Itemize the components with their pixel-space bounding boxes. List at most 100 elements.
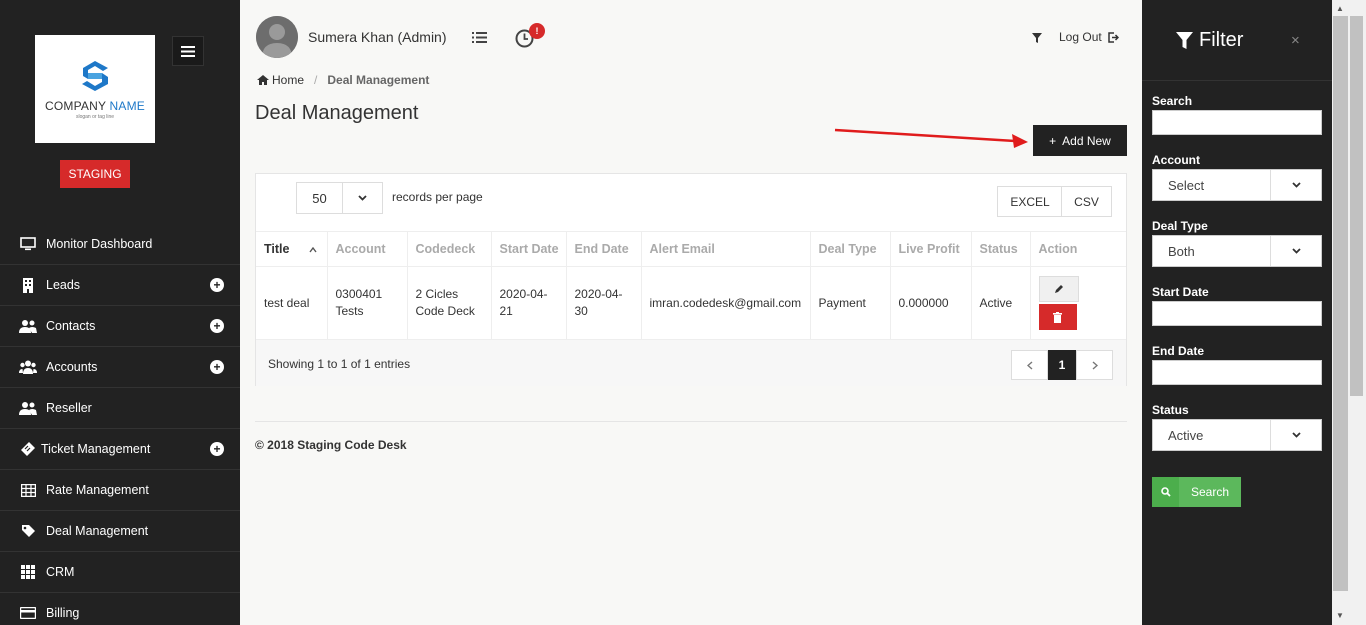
column-header-alert-email[interactable]: Alert Email: [641, 231, 811, 267]
logo-tagline: slogan or tag line: [75, 113, 115, 120]
copyright: © 2018 Staging Code Desk: [255, 438, 407, 452]
sidebar-item-ticket-management[interactable]: Ticket Management +: [0, 429, 240, 470]
filter-search-button[interactable]: Search: [1152, 477, 1241, 507]
cell-codedeck: 2 Cicles Code Deck: [407, 266, 492, 340]
table-row: test deal 0300401 Tests 2 Cicles Code Deck…: [256, 266, 1126, 340]
sidebar-item-label: Leads: [46, 278, 81, 292]
cell-end-date: 2020-04- 30: [566, 266, 642, 340]
prev-page-button[interactable]: [1011, 350, 1048, 380]
chevron-left-icon: [1026, 360, 1032, 370]
scrollbar[interactable]: ▲ ▼: [1332, 0, 1366, 625]
sidebar-item-label: Rate Management: [46, 483, 149, 497]
column-header-account[interactable]: Account: [327, 231, 408, 267]
search-input[interactable]: [1152, 110, 1322, 135]
cell-title: test deal: [256, 266, 328, 340]
account-select[interactable]: Select: [1152, 169, 1322, 201]
cell-status: Active: [971, 266, 1031, 340]
scrollbar-thumb[interactable]: [1333, 16, 1348, 591]
column-header-start-date[interactable]: Start Date: [491, 231, 567, 267]
sidebar-item-billing[interactable]: Billing: [0, 593, 240, 625]
sidebar-item-monitor-dashboard[interactable]: Monitor Dashboard: [0, 224, 240, 265]
table-icon: [18, 482, 38, 498]
deal-type-select[interactable]: Both: [1152, 235, 1322, 267]
logo-text: COMPANY NAME: [45, 98, 145, 113]
sidebar-item-leads[interactable]: Leads +: [0, 265, 240, 306]
edit-button[interactable]: [1038, 276, 1079, 303]
chevron-down-icon: [343, 183, 382, 213]
logout-button[interactable]: Log Out: [1059, 30, 1119, 44]
page-scrollbar-thumb[interactable]: [1350, 16, 1363, 396]
users-icon: [18, 318, 38, 334]
sidebar-item-label: CRM: [46, 565, 75, 579]
chevron-down-icon: [1271, 170, 1321, 200]
sort-asc-icon: [308, 247, 317, 253]
next-page-button[interactable]: [1076, 350, 1113, 380]
scroll-up-icon[interactable]: ▲: [1336, 4, 1344, 13]
close-filter-button[interactable]: ×: [1291, 32, 1300, 49]
sidebar-item-label: Contacts: [46, 319, 96, 333]
csv-export-button[interactable]: CSV: [1061, 186, 1112, 217]
add-ticket-icon[interactable]: +: [210, 442, 224, 456]
username[interactable]: Sumera Khan (Admin): [308, 29, 447, 45]
status-select[interactable]: Active: [1152, 419, 1322, 451]
add-account-icon[interactable]: +: [210, 360, 224, 374]
sidebar-item-crm[interactable]: CRM: [0, 552, 240, 593]
sidebar-item-accounts[interactable]: Accounts +: [0, 347, 240, 388]
deal-type-select-value: Both: [1153, 236, 1271, 266]
column-header-live-profit[interactable]: Live Profit: [890, 231, 972, 267]
logout-label: Log Out: [1059, 30, 1102, 44]
avatar[interactable]: [256, 16, 298, 58]
column-header-end-date[interactable]: End Date: [566, 231, 642, 267]
filter-icon[interactable]: [1032, 32, 1042, 46]
deals-table-panel: 50 records per page EXCEL CSV Title Acco…: [255, 173, 1127, 386]
scroll-down-icon[interactable]: ▼: [1336, 611, 1344, 620]
per-page-value: 50: [297, 183, 343, 213]
sidebar-nav: Monitor Dashboard Leads + Contacts + Acc…: [0, 224, 240, 625]
monitor-icon: [18, 236, 38, 252]
add-contact-icon[interactable]: +: [210, 319, 224, 333]
sidebar-item-deal-management[interactable]: Deal Management: [0, 511, 240, 552]
cell-start-date: 2020-04- 21: [491, 266, 567, 340]
logout-icon: [1107, 31, 1119, 43]
filter-icon: [1176, 32, 1193, 49]
sidebar-item-reseller[interactable]: Reseller: [0, 388, 240, 429]
start-date-label: Start Date: [1152, 285, 1209, 299]
records-per-page-select[interactable]: 50: [296, 182, 383, 214]
excel-export-button[interactable]: EXCEL: [997, 186, 1063, 217]
add-new-label: Add New: [1062, 133, 1111, 148]
deals-table: Title Account Codedeck Start Date End Da…: [256, 231, 1126, 340]
page-title: Deal Management: [255, 102, 419, 124]
breadcrumb-current: Deal Management: [327, 73, 430, 87]
column-header-status[interactable]: Status: [971, 231, 1031, 267]
card-icon: [18, 605, 38, 621]
page-1-button[interactable]: 1: [1048, 350, 1076, 380]
filter-panel: Filter × Search Account Select Deal Type…: [1142, 0, 1332, 625]
breadcrumb: Home / Deal Management: [257, 73, 429, 87]
column-header-deal-type[interactable]: Deal Type: [810, 231, 891, 267]
filter-title: Filter: [1176, 29, 1243, 52]
delete-button[interactable]: [1038, 304, 1077, 331]
user-silhouette-icon: [256, 16, 298, 58]
breadcrumb-home[interactable]: Home: [272, 73, 304, 87]
add-new-button[interactable]: + Add New: [1033, 125, 1127, 156]
notification-badge[interactable]: !: [529, 23, 545, 39]
column-header-title[interactable]: Title: [256, 231, 328, 267]
pencil-icon: [1054, 285, 1063, 294]
menu-toggle-button[interactable]: [172, 36, 204, 66]
ticket-icon: [20, 441, 36, 457]
staging-badge: STAGING: [60, 160, 130, 188]
column-header-codedeck[interactable]: Codedeck: [407, 231, 492, 267]
company-logo[interactable]: COMPANY NAME slogan or tag line: [35, 35, 155, 143]
add-lead-icon[interactable]: +: [210, 278, 224, 292]
sidebar: COMPANY NAME slogan or tag line STAGING …: [0, 0, 240, 625]
sidebar-item-rate-management[interactable]: Rate Management: [0, 470, 240, 511]
status-select-value: Active: [1153, 420, 1271, 450]
cell-account: 0300401 Tests: [327, 266, 408, 340]
end-date-input[interactable]: [1152, 360, 1322, 385]
list-icon[interactable]: [472, 31, 487, 47]
sidebar-item-contacts[interactable]: Contacts +: [0, 306, 240, 347]
table-footer: Showing 1 to 1 of 1 entries 1: [256, 339, 1126, 386]
start-date-input[interactable]: [1152, 301, 1322, 326]
plus-icon: +: [1049, 133, 1057, 148]
trash-icon: [1053, 311, 1062, 323]
